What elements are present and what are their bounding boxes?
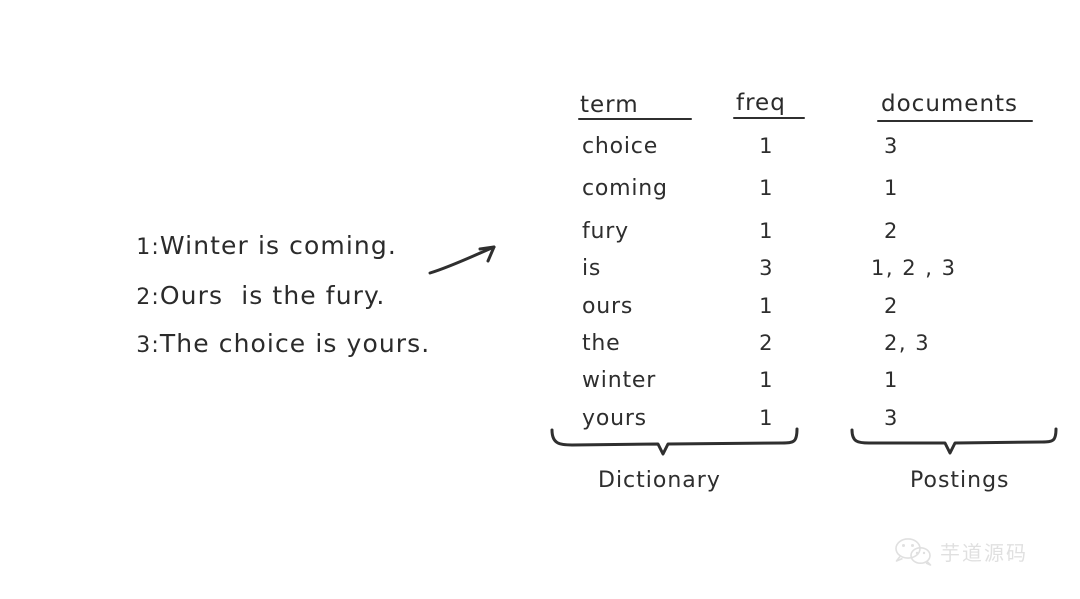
- table-row: yours: [582, 406, 647, 431]
- table-row: 3: [884, 406, 899, 430]
- table-row: 1: [759, 176, 773, 200]
- table-row: the: [582, 331, 621, 356]
- dictionary-label: Dictionary: [598, 468, 721, 493]
- table-row: 1: [884, 368, 899, 392]
- table-row: choice: [582, 134, 659, 159]
- table-row: fury: [582, 219, 629, 244]
- column-header-freq-underline: [733, 117, 805, 119]
- table-row: 1: [759, 406, 773, 430]
- postings-label: Postings: [910, 468, 1010, 493]
- table-row: is: [582, 256, 602, 281]
- table-row: 1: [759, 294, 773, 318]
- table-row: ours: [582, 294, 634, 319]
- table-row: 1: [884, 176, 899, 200]
- column-header-freq: freq: [736, 90, 786, 116]
- inverted-index-table: term freq documents choice 1 3 coming 1 …: [0, 0, 1080, 599]
- watermark-text: 芋道源码: [940, 540, 1028, 565]
- watermark: 芋道源码: [893, 536, 1028, 566]
- table-row: 1: [759, 219, 773, 243]
- table-row: 2: [884, 219, 899, 243]
- table-row: 1, 2 , 3: [871, 256, 957, 280]
- table-row: winter: [582, 368, 657, 393]
- table-row: 2, 3: [884, 331, 931, 355]
- wechat-logo-icon: [895, 538, 932, 566]
- diagram-canvas: 1:Winter is coming. 2:Ours is the fury. …: [0, 0, 1080, 599]
- table-row: 3: [759, 256, 773, 280]
- column-header-term: term: [580, 92, 639, 118]
- table-row: 1: [759, 134, 773, 158]
- column-header-term-underline: [578, 118, 692, 120]
- column-header-documents: documents: [881, 91, 1019, 117]
- table-row: 2: [884, 294, 899, 318]
- table-row: 1: [759, 368, 773, 392]
- column-header-documents-underline: [877, 120, 1033, 122]
- table-row: 2: [759, 331, 773, 355]
- table-row: coming: [582, 176, 668, 201]
- table-row: 3: [884, 134, 899, 158]
